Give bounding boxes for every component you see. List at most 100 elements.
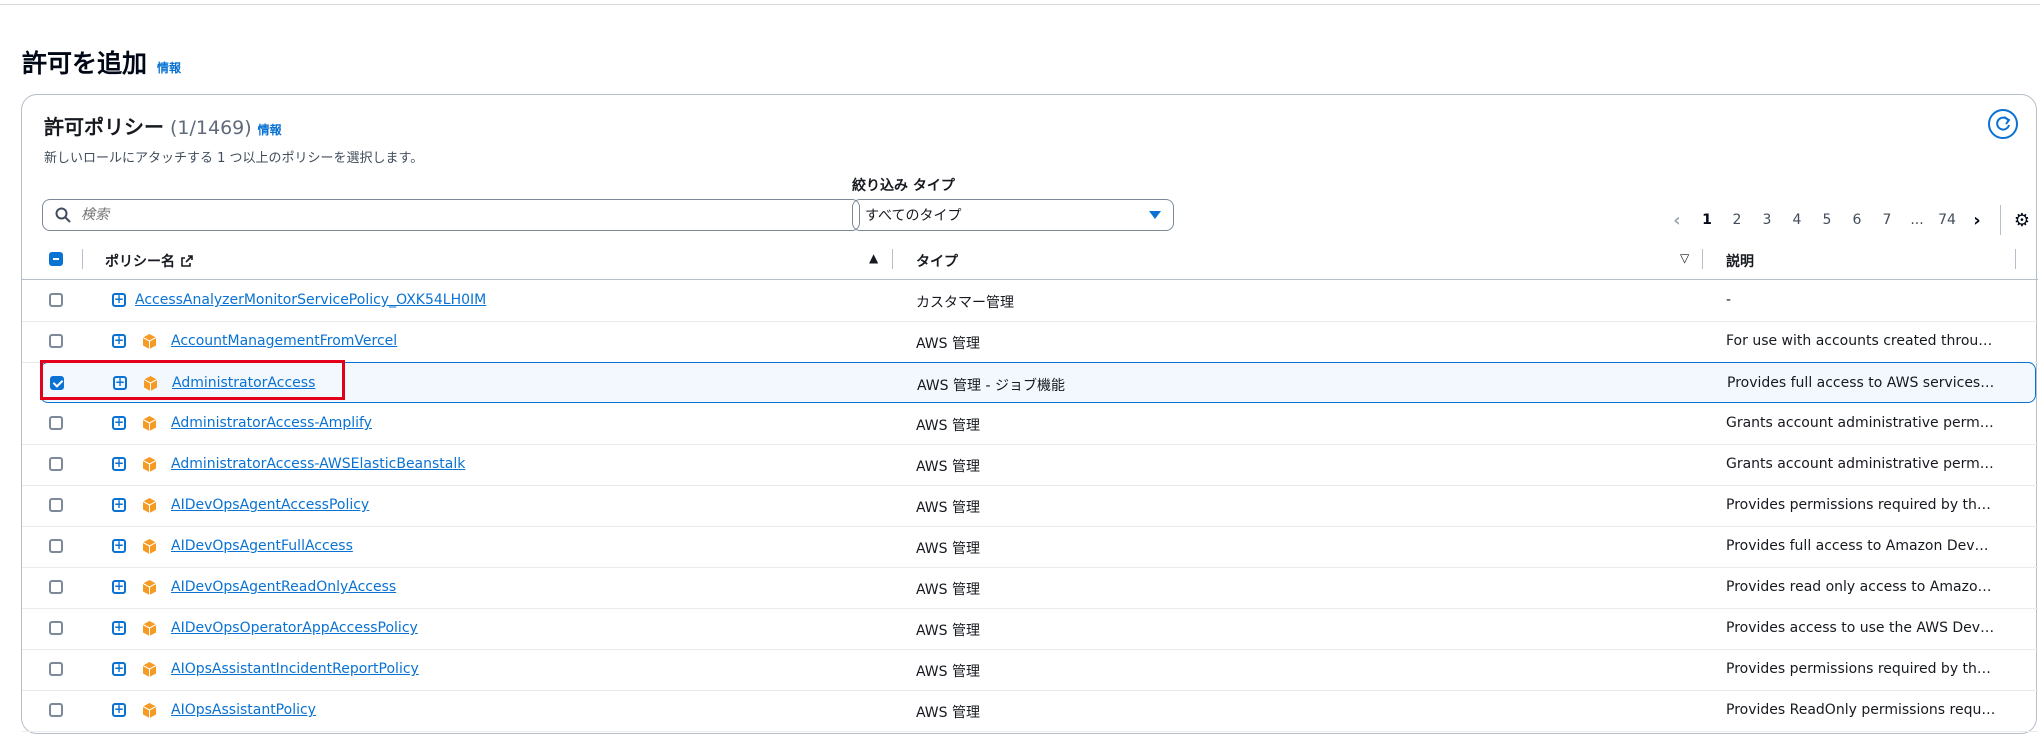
- table-row[interactable]: + AIOpsAssistantIncidentReportPolicy AWS 管…: [22, 649, 2038, 691]
- external-link-icon: [181, 255, 193, 267]
- search-field[interactable]: [42, 199, 860, 231]
- expand-icon[interactable]: +: [112, 580, 126, 594]
- search-icon: [55, 207, 71, 223]
- sort-descending-icon[interactable]: ▽: [1680, 251, 1689, 265]
- policy-description: For use with accounts created through ..…: [1726, 333, 1996, 349]
- table-row[interactable]: + AIDevOpsAgentReadOnlyAccess AWS 管理 Provid…: [22, 567, 2038, 609]
- table-row[interactable]: + AccountManagementFromVercel AWS 管理 For us…: [22, 321, 2038, 363]
- policy-name-link[interactable]: AIDevOpsAgentReadOnlyAccess: [171, 579, 396, 595]
- page-74[interactable]: 74: [1932, 212, 1962, 228]
- expand-icon[interactable]: +: [112, 703, 126, 717]
- column-separator: [892, 249, 893, 269]
- search-input[interactable]: [79, 206, 843, 224]
- filter-type-select[interactable]: すべてのタイプ: [852, 199, 1174, 231]
- page-info-link[interactable]: 情報: [157, 59, 181, 76]
- page-title: 許可を追加: [22, 49, 148, 78]
- table-row[interactable]: + AIOpsAssistantPolicy AWS 管理 Provides Read…: [22, 690, 2038, 732]
- aws-managed-icon: [143, 539, 156, 554]
- previous-page-icon[interactable]: ‹: [1662, 210, 1692, 231]
- policy-type: AWS 管理: [916, 459, 980, 475]
- gear-icon[interactable]: ⚙: [2009, 210, 2035, 231]
- policy-name-link[interactable]: AdministratorAccess: [172, 375, 315, 391]
- table-row[interactable]: + AccessAnalyzerMonitorServicePolicy_OXK5…: [22, 280, 2038, 322]
- policy-description: Provides full access to AWS services an.…: [1727, 375, 1997, 391]
- policy-name-link[interactable]: AIOpsAssistantPolicy: [171, 702, 316, 718]
- row-checkbox[interactable]: [49, 580, 63, 594]
- table-row[interactable]: + AIDevOpsOperatorAppAccessPolicy AWS 管理 Pr…: [22, 608, 2038, 650]
- table-row[interactable]: + AIDevOpsAgentFullAccess AWS 管理 Provides f…: [22, 526, 2038, 568]
- policy-description: -: [1726, 292, 1732, 308]
- policy-description: Provides read only access to Amazon D...: [1726, 579, 1996, 595]
- pagination-divider: [2000, 205, 2001, 235]
- policy-name-link[interactable]: AccessAnalyzerMonitorServicePolicy_OXK54…: [135, 292, 486, 308]
- policy-name-link[interactable]: AIDevOpsAgentFullAccess: [171, 538, 353, 554]
- page-6[interactable]: 6: [1842, 212, 1872, 228]
- expand-icon[interactable]: +: [112, 293, 126, 307]
- section-description: 新しいロールにアタッチする 1 つ以上のポリシーを選択します。: [44, 151, 424, 166]
- expand-icon[interactable]: +: [112, 662, 126, 676]
- table-row[interactable]: + AdministratorAccess-AWSElasticBeanstalk…: [22, 444, 2038, 486]
- expand-icon[interactable]: +: [112, 334, 126, 348]
- caret-down-icon: [1149, 211, 1161, 219]
- column-separator: [2015, 249, 2016, 269]
- column-header-description[interactable]: 説明: [1726, 251, 1754, 271]
- expand-icon[interactable]: +: [112, 498, 126, 512]
- page-header: 許可を追加 情報: [22, 44, 181, 80]
- policy-type: AWS 管理: [916, 664, 980, 680]
- aws-managed-icon: [143, 621, 156, 636]
- policy-name-link[interactable]: AdministratorAccess-Amplify: [171, 415, 372, 431]
- table-row[interactable]: + AIDevOpsAgentAccessPolicy AWS 管理 Provides…: [22, 485, 2038, 527]
- column-header-type[interactable]: タイプ: [916, 251, 958, 271]
- row-checkbox[interactable]: [49, 621, 63, 635]
- row-checkbox[interactable]: [49, 416, 63, 430]
- row-checkbox[interactable]: [50, 376, 64, 390]
- page-2[interactable]: 2: [1722, 212, 1752, 228]
- permission-policies-panel: 許可ポリシー (1/1469) 情報 新しいロールにアタッチする 1 つ以上のポ…: [21, 94, 2038, 734]
- row-checkbox[interactable]: [49, 457, 63, 471]
- row-checkbox[interactable]: [49, 539, 63, 553]
- policy-name-link[interactable]: AIOpsAssistantIncidentReportPolicy: [171, 661, 419, 677]
- table-row[interactable]: + AdministratorAccess AWS 管理 - ジョブ機能 Provid…: [40, 362, 2036, 403]
- refresh-button[interactable]: [1988, 109, 2018, 139]
- policy-name-link[interactable]: AccountManagementFromVercel: [171, 333, 397, 349]
- row-checkbox[interactable]: [49, 334, 63, 348]
- policy-type: AWS 管理: [916, 500, 980, 516]
- page-7[interactable]: 7: [1872, 212, 1902, 228]
- policy-type: カスタマー管理: [916, 295, 1014, 311]
- next-page-icon[interactable]: ›: [1962, 210, 1992, 231]
- page-3[interactable]: 3: [1752, 212, 1782, 228]
- policy-description: Provides ReadOnly permissions required..…: [1726, 702, 1996, 718]
- expand-icon[interactable]: +: [112, 539, 126, 553]
- aws-managed-icon: [143, 457, 156, 472]
- table-row[interactable]: + AdministratorAccess-Amplify AWS 管理 Grants…: [22, 403, 2038, 445]
- row-checkbox[interactable]: [49, 703, 63, 717]
- policy-type: AWS 管理: [916, 541, 980, 557]
- select-all-checkbox[interactable]: [49, 252, 63, 266]
- expand-icon[interactable]: +: [112, 457, 126, 471]
- expand-icon[interactable]: +: [112, 416, 126, 430]
- policy-type: AWS 管理: [916, 582, 980, 598]
- page-ellipsis: ...: [1910, 212, 1924, 228]
- row-checkbox[interactable]: [49, 498, 63, 512]
- sort-ascending-icon[interactable]: ▲: [869, 251, 878, 265]
- policy-name-link[interactable]: AIDevOpsOperatorAppAccessPolicy: [171, 620, 418, 636]
- policy-description: Provides access to use the AWS DevOp...: [1726, 620, 1996, 636]
- page-5[interactable]: 5: [1812, 212, 1842, 228]
- column-separator: [1702, 249, 1703, 269]
- page-1[interactable]: 1: [1692, 212, 1722, 228]
- policy-name-link[interactable]: AdministratorAccess-AWSElasticBeanstalk: [171, 456, 465, 472]
- policy-type: AWS 管理: [916, 336, 980, 352]
- expand-icon[interactable]: +: [113, 376, 127, 390]
- policy-name-link[interactable]: AIDevOpsAgentAccessPolicy: [171, 497, 369, 513]
- page-4[interactable]: 4: [1782, 212, 1812, 228]
- policy-type: AWS 管理: [916, 418, 980, 434]
- row-checkbox[interactable]: [49, 662, 63, 676]
- row-checkbox[interactable]: [49, 293, 63, 307]
- section-info-link[interactable]: 情報: [258, 121, 282, 138]
- column-header-policy-name[interactable]: ポリシー名: [105, 251, 194, 271]
- aws-managed-icon: [143, 580, 156, 595]
- policy-description: Grants account administrative permissi..…: [1726, 415, 1996, 431]
- expand-icon[interactable]: +: [112, 621, 126, 635]
- policy-type: AWS 管理 - ジョブ機能: [917, 378, 1065, 394]
- policy-description: Grants account administrative permissi..…: [1726, 456, 1996, 472]
